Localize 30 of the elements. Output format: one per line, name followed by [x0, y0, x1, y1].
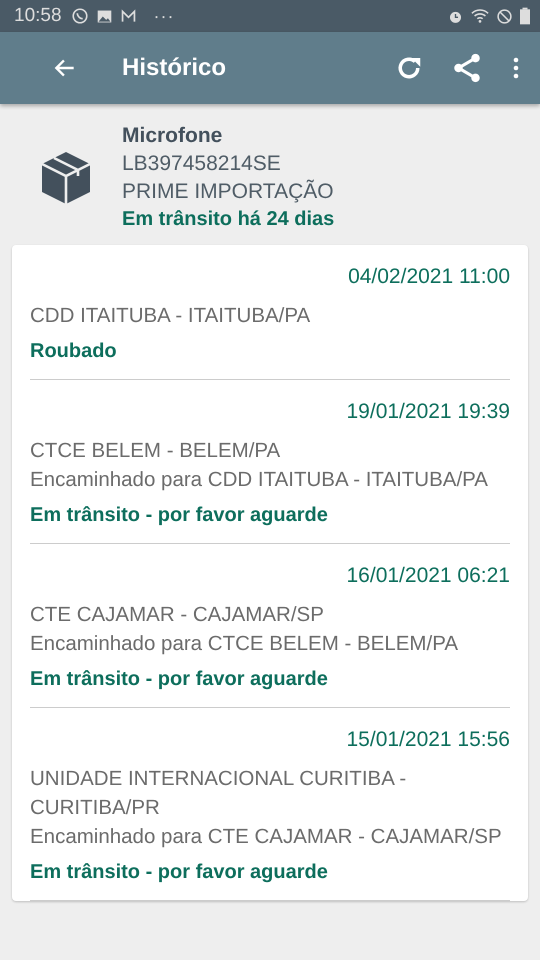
event-status: Em trânsito - por favor aguarde — [30, 504, 329, 527]
overflow-menu-icon[interactable] — [512, 56, 520, 80]
event-status: Em trânsito - por favor aguarde — [30, 668, 329, 691]
event-datetime: 15/01/2021 15:56 — [346, 728, 510, 752]
tracking-code: LB397458214SE — [122, 152, 282, 176]
transit-status: Em trânsito há 24 dias — [122, 208, 334, 231]
event-detail: Encaminhado para CDD ITAITUBA - ITAITUBA/PA — [30, 467, 489, 493]
store-name: PRIME IMPORTAÇÃO — [122, 180, 334, 204]
event-datetime: 19/01/2021 19:39 — [346, 400, 510, 424]
event-detail: Encaminhado para CTCE BELEM - BELEM/PA — [30, 631, 460, 657]
event-location: UNIDADE INTERNACIONAL CURITIBA - CURITIBA/PR — [30, 766, 408, 821]
battery-icon — [520, 7, 530, 25]
event-datetime: 04/02/2021 11:00 — [348, 265, 510, 289]
event-status: Roubado — [30, 340, 118, 363]
event-datetime: 16/01/2021 06:21 — [346, 564, 510, 588]
event-detail: Encaminhado para CTE CAJAMAR - CAJAMAR/SP — [30, 824, 503, 850]
screen-title: Histórico — [122, 54, 226, 82]
image-icon — [96, 8, 113, 24]
event-location: CTCE BELEM - BELEM/PA — [30, 438, 282, 464]
event-location: CDD ITAITUBA - ITAITUBA/PA — [30, 303, 312, 329]
wifi-icon — [471, 7, 489, 25]
mail-icon — [120, 8, 137, 24]
package-icon — [40, 150, 92, 206]
package-name: Microfone — [122, 124, 224, 148]
status-time: 10:58 — [14, 5, 62, 27]
chat-icon — [70, 7, 89, 25]
more-notifications: ··· — [154, 6, 175, 26]
do-not-disturb-icon — [496, 8, 513, 24]
event-location: CTE CAJAMAR - CAJAMAR/SP — [30, 602, 325, 628]
event-status: Em trânsito - por favor aguarde — [30, 861, 329, 884]
